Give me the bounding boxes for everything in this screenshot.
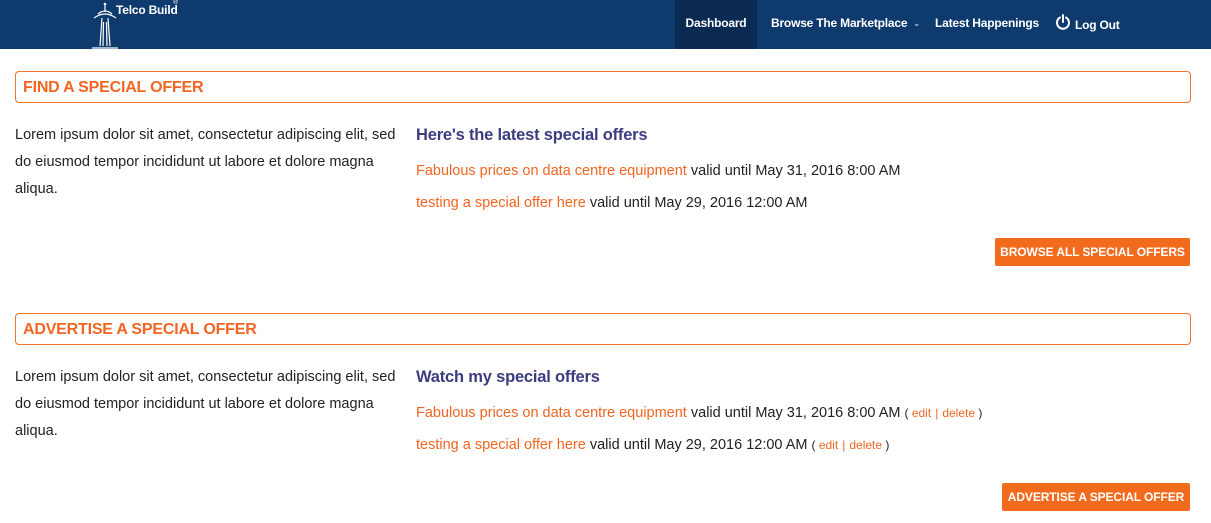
nav-dashboard-label: Dashboard xyxy=(685,16,747,30)
my-offer-row: Fabulous prices on data centre equipment… xyxy=(416,405,982,421)
offer-valid-text: valid until May 29, 2016 12:00 AM xyxy=(589,437,808,453)
offer-link[interactable]: testing a special offer here xyxy=(416,437,586,453)
find-offer-description: Lorem ipsum dolor sit amet, consectetur … xyxy=(15,127,396,197)
offer-actions: ( edit | delete ) xyxy=(812,438,890,452)
nav-logout-label: Log Out xyxy=(1075,18,1120,32)
registered-mark: ® xyxy=(173,0,179,6)
advertise-offer-title: ADVERTISE A SPECIAL OFFER xyxy=(23,321,257,338)
offer-valid-text: valid until May 31, 2016 8:00 AM xyxy=(690,405,901,421)
delete-link[interactable]: delete xyxy=(849,438,882,452)
offer-valid-text: valid until May 31, 2016 8:00 AM xyxy=(690,163,901,179)
offer-valid-text: valid until May 29, 2016 12:00 AM xyxy=(589,195,808,211)
logo-text: Telco Build xyxy=(116,3,178,17)
advertise-offer-description: Lorem ipsum dolor sit amet, consectetur … xyxy=(15,369,396,439)
separator: | xyxy=(935,406,939,420)
nav-browse-marketplace[interactable]: Browse The Marketplace ⌄ xyxy=(771,0,920,49)
latest-offers-heading: Here's the latest special offers xyxy=(416,126,648,144)
nav-latest-happenings[interactable]: Latest Happenings xyxy=(935,0,1039,49)
advertise-offer-button[interactable]: ADVERTISE A SPECIAL OFFER xyxy=(1002,483,1190,511)
find-offer-header: FIND A SPECIAL OFFER xyxy=(15,71,1191,103)
paren-open: ( xyxy=(811,438,816,452)
logo[interactable]: Telco Build ® xyxy=(88,0,188,49)
nav-latest-label: Latest Happenings xyxy=(935,16,1039,30)
paren-close: ) xyxy=(978,406,983,420)
top-navbar: Telco Build ® Dashboard Browse The Marke… xyxy=(0,0,1211,49)
offer-link[interactable]: testing a special offer here xyxy=(416,195,586,211)
find-offer-title: FIND A SPECIAL OFFER xyxy=(23,79,204,96)
my-offer-row: testing a special offer here valid until… xyxy=(416,437,889,453)
delete-link[interactable]: delete xyxy=(942,406,975,420)
power-icon xyxy=(1056,14,1070,30)
paren-open: ( xyxy=(904,406,909,420)
offer-row: testing a special offer here valid until… xyxy=(416,195,807,211)
chevron-down-icon: ⌄ xyxy=(913,19,920,28)
paren-close: ) xyxy=(885,438,890,452)
offer-link[interactable]: Fabulous prices on data centre equipment xyxy=(416,163,687,179)
watch-offers-heading: Watch my special offers xyxy=(416,368,600,386)
nav-browse-label: Browse The Marketplace xyxy=(771,16,908,30)
advertise-offer-header: ADVERTISE A SPECIAL OFFER xyxy=(15,313,1191,345)
offer-link[interactable]: Fabulous prices on data centre equipment xyxy=(416,405,687,421)
offer-row: Fabulous prices on data centre equipment… xyxy=(416,163,900,179)
edit-link[interactable]: edit xyxy=(819,438,838,452)
separator: | xyxy=(842,438,846,452)
nav-dashboard[interactable]: Dashboard xyxy=(675,0,757,49)
offer-actions: ( edit | delete ) xyxy=(904,406,982,420)
browse-all-offers-button[interactable]: BROWSE ALL SPECIAL OFFERS xyxy=(995,238,1190,266)
edit-link[interactable]: edit xyxy=(912,406,931,420)
